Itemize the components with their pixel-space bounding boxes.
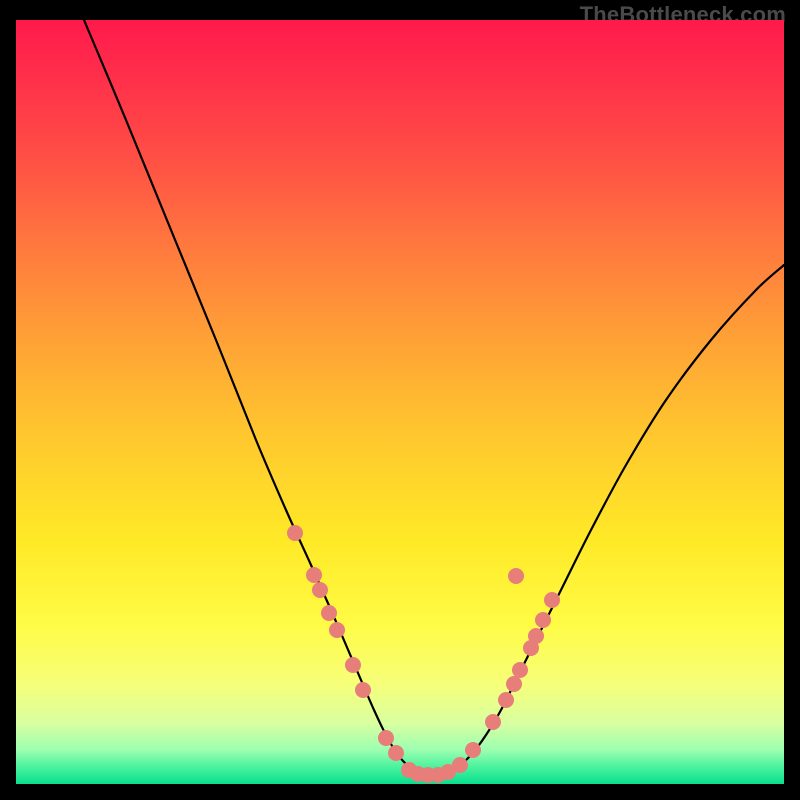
data-point [312,582,328,598]
data-point [345,657,361,673]
data-point [506,676,522,692]
data-point [321,605,337,621]
data-point [465,742,481,758]
data-point [452,757,468,773]
chart-svg [16,20,784,784]
data-point [329,622,345,638]
data-point [388,745,404,761]
data-point [508,568,524,584]
data-point [378,730,394,746]
data-point [485,714,501,730]
data-point [355,682,371,698]
data-point [306,567,322,583]
data-point [498,692,514,708]
plot-area [16,20,784,784]
data-point [535,612,551,628]
data-point [512,662,528,678]
data-point [287,525,303,541]
data-point [544,592,560,608]
chart-frame: TheBottleneck.com [0,0,800,800]
data-point [528,628,544,644]
